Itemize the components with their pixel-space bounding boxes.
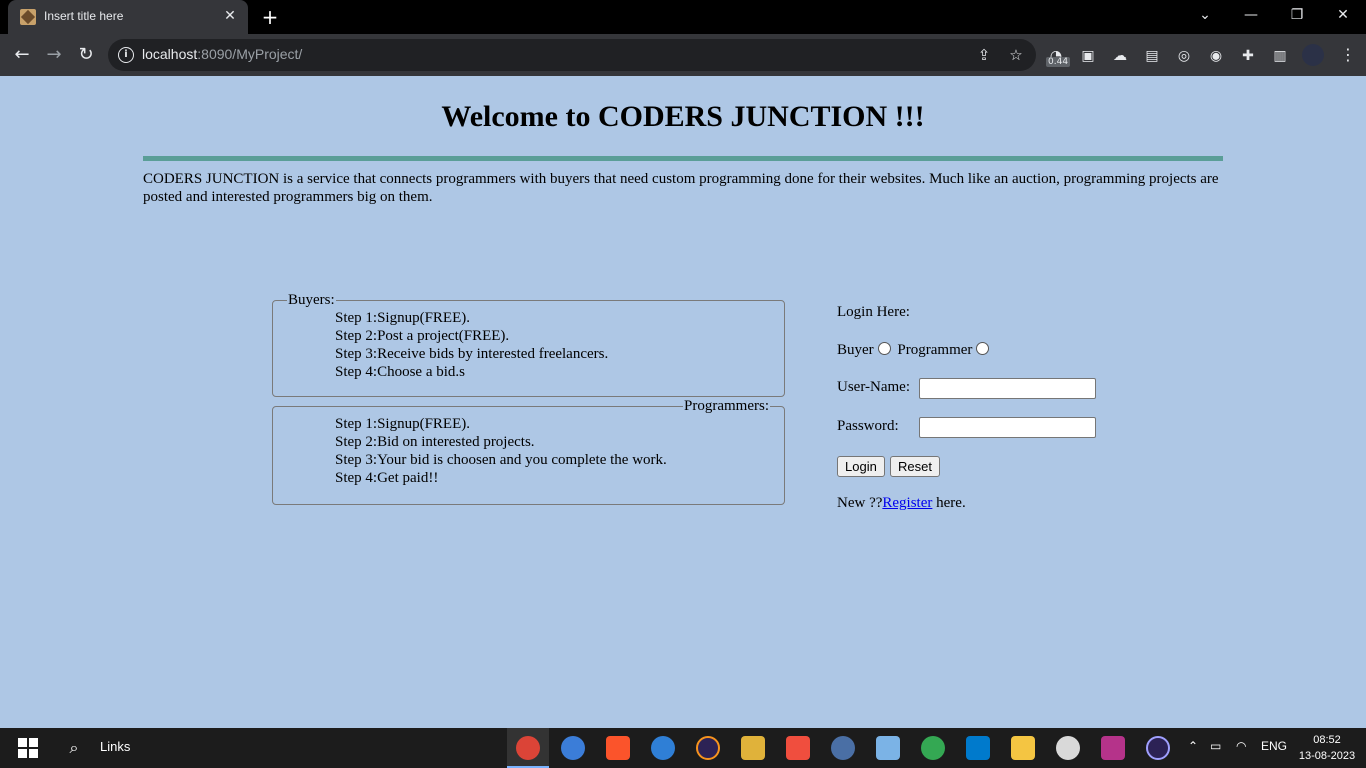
language-indicator[interactable]: ENG (1261, 739, 1287, 753)
page-title: Welcome to CODERS JUNCTION !!! (441, 100, 925, 133)
extension-circle-icon[interactable]: ◉ (1206, 46, 1226, 66)
buyers-step: Step 4:Choose a bid.s (335, 364, 465, 380)
taskbar: ⌕ Links ⌃ ▭ ◠ ENG 08:52 13-08-2023 (0, 728, 1366, 768)
vscode-icon[interactable] (966, 736, 990, 760)
url-text[interactable]: localhost:8090/MyProject/ (142, 46, 302, 62)
register-prompt: New ??Register here. (837, 495, 966, 512)
buyer-radio-label: Buyer (837, 342, 874, 358)
username-input[interactable] (919, 378, 1096, 399)
tray-chevron-up-icon[interactable]: ⌃ (1188, 739, 1198, 753)
tab-search-chevron-icon[interactable]: ⌄ (1182, 0, 1228, 30)
username-label: User-Name: (837, 379, 911, 395)
links-toolbar-label[interactable]: Links (100, 739, 130, 754)
tab-title: Insert title here (44, 9, 124, 23)
intro-paragraph: CODERS JUNCTION is a service that connec… (143, 171, 1219, 205)
clock-time: 08:52 (1313, 734, 1341, 746)
back-button[interactable]: ← (10, 43, 34, 67)
forward-button[interactable]: → (42, 43, 66, 67)
battery-icon[interactable]: ▭ (1210, 739, 1221, 753)
internet-icon[interactable] (651, 736, 675, 760)
tomcat-icon[interactable] (741, 736, 765, 760)
magic-wand-icon[interactable] (1101, 736, 1125, 760)
register-prefix: New ?? (837, 495, 883, 511)
buyers-legend: Buyers: (288, 292, 335, 308)
globe-browser-icon[interactable] (561, 736, 585, 760)
eclipse-ide-icon[interactable] (1146, 736, 1170, 760)
buyers-step: Step 2:Post a project(FREE). (335, 328, 510, 344)
reload-button[interactable]: ↻ (74, 43, 98, 67)
close-window-button[interactable]: ✕ (1320, 0, 1366, 30)
extension-compass-icon[interactable]: ◎ (1174, 46, 1194, 66)
register-link[interactable]: Register (882, 495, 932, 511)
side-panel-icon[interactable]: ▥ (1270, 46, 1290, 66)
extension-glasses-icon[interactable]: ▣ (1078, 46, 1098, 66)
clock-date: 13-08-2023 (1298, 750, 1356, 762)
chrome-profile-icon[interactable] (921, 736, 945, 760)
role-selector: Buyer Programmer (837, 342, 992, 359)
address-bar[interactable]: i localhost:8090/MyProject/ ⇪ ☆ (108, 39, 1036, 71)
media-player-icon[interactable] (876, 736, 900, 760)
extension-badge: 0.44 (1046, 57, 1071, 67)
buyer-radio[interactable] (877, 342, 891, 355)
buyers-step: Step 3:Receive bids by interested freela… (335, 346, 609, 362)
login-title: Login Here: (837, 304, 910, 320)
buyers-step: Step 1:Signup(FREE). (335, 310, 471, 326)
extension-b-icon[interactable]: ▤ (1142, 46, 1162, 66)
page-viewport: Welcome to CODERS JUNCTION !!! CODERS JU… (0, 76, 1366, 728)
programmers-step: Step 1:Signup(FREE). (335, 416, 471, 432)
bookmark-star-icon[interactable]: ☆ (1006, 45, 1026, 65)
extension-cloud-icon[interactable]: ☁ (1110, 46, 1130, 66)
programmers-step: Step 2:Bid on interested projects. (335, 434, 535, 450)
extensions-puzzle-icon[interactable]: ✚ (1238, 46, 1258, 66)
programmer-radio[interactable] (976, 342, 990, 355)
browser-menu-icon[interactable]: ⋮ (1340, 44, 1356, 66)
buyers-fieldset: Buyers: Step 1:Signup(FREE). Step 2:Post… (272, 292, 785, 397)
file-explorer-icon[interactable] (1011, 736, 1035, 760)
anydesk-icon[interactable] (786, 736, 810, 760)
wifi-icon[interactable]: ◠ (1236, 739, 1246, 753)
reset-button[interactable]: Reset (890, 456, 940, 477)
register-suffix: here. (932, 495, 966, 511)
page-favicon-icon (20, 9, 36, 25)
programmer-radio-label: Programmer (897, 342, 973, 358)
password-input[interactable] (919, 417, 1096, 438)
password-label: Password: (837, 418, 899, 434)
share-icon[interactable]: ⇪ (974, 45, 994, 65)
heading-divider (143, 156, 1223, 161)
close-tab-icon[interactable]: ✕ (220, 6, 240, 26)
windows-start-icon[interactable] (16, 736, 40, 760)
restore-button[interactable]: ❐ (1274, 0, 1320, 30)
programmers-step: Step 3:Your bid is choosen and you compl… (335, 452, 667, 468)
chrome-icon[interactable] (516, 736, 540, 760)
network-tool-icon[interactable] (831, 736, 855, 760)
brave-icon[interactable] (606, 736, 630, 760)
browser-toolbar: ← → ↻ i localhost:8090/MyProject/ ⇪ ☆ ◔ … (0, 34, 1366, 76)
new-tab-button[interactable]: + (258, 6, 282, 28)
programmers-legend: Programmers: (684, 398, 769, 414)
programmers-fieldset: Programmers: Step 1:Signup(FREE). Step 2… (272, 398, 785, 505)
browser-tab[interactable]: Insert title here ✕ (8, 0, 248, 34)
tab-bar: Insert title here ✕ + ⌄ — ❐ ✕ (0, 0, 1366, 34)
programmers-step: Step 4:Get paid!! (335, 470, 439, 486)
eclipse-icon[interactable] (696, 736, 720, 760)
login-button[interactable]: Login (837, 456, 885, 477)
taskbar-clock[interactable]: 08:52 13-08-2023 (1296, 732, 1358, 764)
minimize-button[interactable]: — (1228, 0, 1274, 30)
profile-avatar[interactable] (1302, 44, 1324, 66)
paint-icon[interactable] (1056, 736, 1080, 760)
site-info-icon[interactable]: i (118, 47, 134, 63)
search-icon[interactable]: ⌕ (62, 736, 86, 760)
